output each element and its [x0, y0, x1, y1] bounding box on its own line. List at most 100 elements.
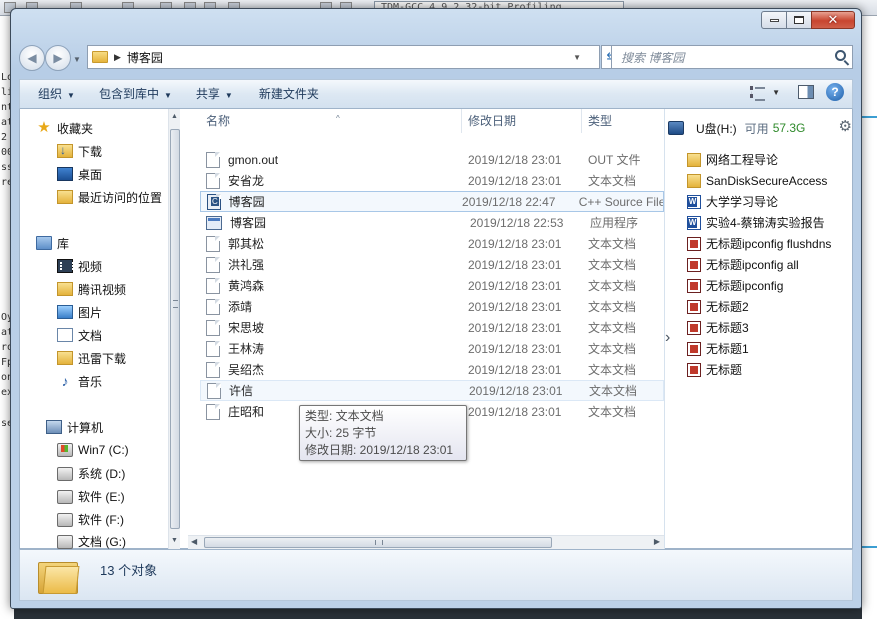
nav-music[interactable]: ♪ 音乐: [57, 370, 103, 392]
scrollbar-thumb[interactable]: [204, 537, 552, 548]
nav-label: 腾讯视频: [78, 282, 127, 297]
column-header-name[interactable]: 名称 ^: [200, 109, 462, 133]
preview-item[interactable]: 无标题1: [687, 338, 749, 359]
file-row-hovered[interactable]: 许信 2019/12/18 23:01 文本文档: [200, 380, 664, 401]
nav-documents[interactable]: 文档: [57, 324, 102, 346]
include-in-library-button[interactable]: 包含到库中 ▼: [91, 82, 180, 106]
navigation-scrollbar[interactable]: ▲ ▼: [168, 109, 180, 549]
preview-item[interactable]: 无标题3: [687, 317, 749, 338]
computer-icon: [46, 420, 62, 434]
nav-downloads[interactable]: 下载: [57, 140, 102, 162]
nav-drive-c[interactable]: Win7 (C:): [57, 439, 129, 461]
nav-drive-e[interactable]: 软件 (E:): [57, 485, 125, 507]
file-row[interactable]: 博客园 2019/12/18 22:53 应用程序: [200, 212, 664, 233]
gear-icon[interactable]: ⚙: [839, 119, 852, 135]
word-doc-icon: [687, 215, 701, 230]
window-controls: ✕: [761, 11, 855, 29]
search-icon[interactable]: [835, 50, 846, 61]
nav-label: 计算机: [67, 420, 104, 435]
nav-thunder-downloads[interactable]: 迅雷下载: [57, 347, 126, 369]
nav-label: 系统 (D:): [78, 466, 126, 481]
nav-videos[interactable]: 视频: [57, 255, 102, 277]
file-row[interactable]: 洪礼强 2019/12/18 23:01 文本文档: [200, 254, 664, 275]
scroll-left-icon[interactable]: ◀: [191, 537, 197, 546]
file-row[interactable]: 宋思坡 2019/12/18 23:01 文本文档: [200, 317, 664, 338]
minimize-button[interactable]: [761, 11, 787, 29]
recent-pages-dropdown[interactable]: ▼: [73, 55, 81, 64]
preview-item[interactable]: 网络工程导论: [687, 149, 778, 170]
preview-item[interactable]: 大学学习导论: [687, 191, 778, 212]
folder-icon: [57, 282, 73, 296]
nav-libraries[interactable]: 库: [36, 232, 69, 254]
maximize-button[interactable]: [786, 11, 812, 29]
scrollbar-thumb[interactable]: [170, 129, 180, 529]
nav-favorites[interactable]: ★ 收藏夹: [36, 117, 93, 139]
file-row[interactable]: 吴绍杰 2019/12/18 23:01 文本文档: [200, 359, 664, 380]
share-button[interactable]: 共享 ▼: [188, 82, 241, 106]
breadcrumb-current[interactable]: 博客园: [127, 49, 163, 66]
preview-pane-icon[interactable]: [798, 85, 814, 99]
nav-label: 迅雷下载: [78, 351, 127, 366]
column-label: 修改日期: [468, 114, 517, 128]
column-header-date[interactable]: 修改日期: [462, 109, 582, 133]
text-file-icon: [207, 382, 221, 399]
preview-item[interactable]: 无标题ipconfig all: [687, 254, 799, 275]
address-dropdown-icon[interactable]: ▼: [573, 53, 581, 62]
preview-item[interactable]: 无标题ipconfig: [687, 275, 783, 296]
nav-drive-d[interactable]: 系统 (D:): [57, 462, 125, 484]
scroll-right-icon[interactable]: ▶: [654, 537, 660, 546]
nav-drive-f[interactable]: 软件 (F:): [57, 508, 124, 530]
file-row[interactable]: 黄鸿森 2019/12/18 23:01 文本文档: [200, 275, 664, 296]
nav-label: 文档: [78, 328, 103, 343]
preview-item[interactable]: 无标题ipconfig flushdns: [687, 233, 831, 254]
search-input[interactable]: 搜索 博客园: [611, 45, 853, 69]
text-file-icon: [206, 319, 220, 336]
file-date: 2019/12/18 23:01: [468, 278, 562, 293]
scroll-down-icon[interactable]: ▼: [171, 537, 178, 544]
chevron-right-icon[interactable]: ›: [665, 329, 670, 347]
screenshot-icon: [687, 236, 701, 251]
details-pane: 13 个对象: [19, 549, 853, 601]
file-type: 文本文档: [588, 279, 637, 293]
nav-desktop[interactable]: 桌面: [57, 163, 102, 185]
preview-item[interactable]: 无标题2: [687, 296, 749, 317]
file-row[interactable]: 安省龙 2019/12/18 23:01 文本文档: [200, 170, 664, 191]
drive-info-bar: U盘(H:) 可用 57.3G ⚙: [668, 117, 854, 139]
file-date: 2019/12/18 23:01: [468, 404, 562, 419]
file-row[interactable]: 郭其松 2019/12/18 23:01 文本文档: [200, 233, 664, 254]
view-dropdown-icon[interactable]: ▼: [772, 88, 780, 97]
nav-pictures[interactable]: 图片: [57, 301, 102, 323]
preview-item[interactable]: 无标题: [687, 359, 742, 380]
back-button[interactable]: ◀: [19, 45, 45, 71]
close-button[interactable]: ✕: [811, 11, 855, 29]
scroll-up-icon[interactable]: ▲: [171, 113, 178, 120]
forward-button[interactable]: ▶: [45, 45, 71, 71]
grip-icon: [375, 540, 383, 545]
file-row[interactable]: gmon.out 2019/12/18 23:01 OUT 文件: [200, 149, 664, 170]
column-header-type[interactable]: 类型: [582, 109, 664, 133]
breadcrumb-separator-icon[interactable]: ▶: [114, 52, 121, 63]
navigation-pane: ★收藏夹 下载 桌面 最近访问的位置 库 视频 腾讯视频 图片 文档 迅雷下载 …: [20, 109, 180, 549]
screenshot-icon: [687, 320, 701, 335]
file-name: 黄鸿森: [228, 279, 265, 293]
preview-item[interactable]: SanDiskSecureAccess: [687, 170, 827, 191]
help-icon[interactable]: ?: [826, 83, 844, 101]
file-row-selected[interactable]: 博客园 2019/12/18 22:47 C++ Source File: [200, 191, 664, 212]
preview-item[interactable]: 实验4-蔡锦涛实验报告: [687, 212, 825, 233]
organize-button[interactable]: 组织 ▼: [30, 82, 83, 106]
file-row[interactable]: 添靖 2019/12/18 23:01 文本文档: [200, 296, 664, 317]
nav-tencent-video[interactable]: 腾讯视频: [57, 278, 126, 300]
file-row[interactable]: 王林涛 2019/12/18 23:01 文本文档: [200, 338, 664, 359]
nav-recent[interactable]: 最近访问的位置: [57, 186, 162, 208]
file-name: 博客园: [228, 195, 265, 209]
nav-computer[interactable]: 计算机: [46, 416, 103, 438]
file-name: 吴绍杰: [228, 363, 265, 377]
hard-drive-icon: [57, 490, 73, 504]
nav-label: 视频: [78, 259, 103, 274]
new-folder-button[interactable]: 新建文件夹: [251, 82, 327, 106]
file-list-horizontal-scrollbar[interactable]: ◀ ▶: [188, 535, 664, 549]
address-bar[interactable]: ▶ 博客园 ▼: [87, 45, 600, 69]
preview-item-label: 无标题ipconfig flushdns: [706, 237, 832, 251]
hard-drive-icon: [57, 513, 73, 527]
change-view-icon[interactable]: [750, 86, 766, 101]
